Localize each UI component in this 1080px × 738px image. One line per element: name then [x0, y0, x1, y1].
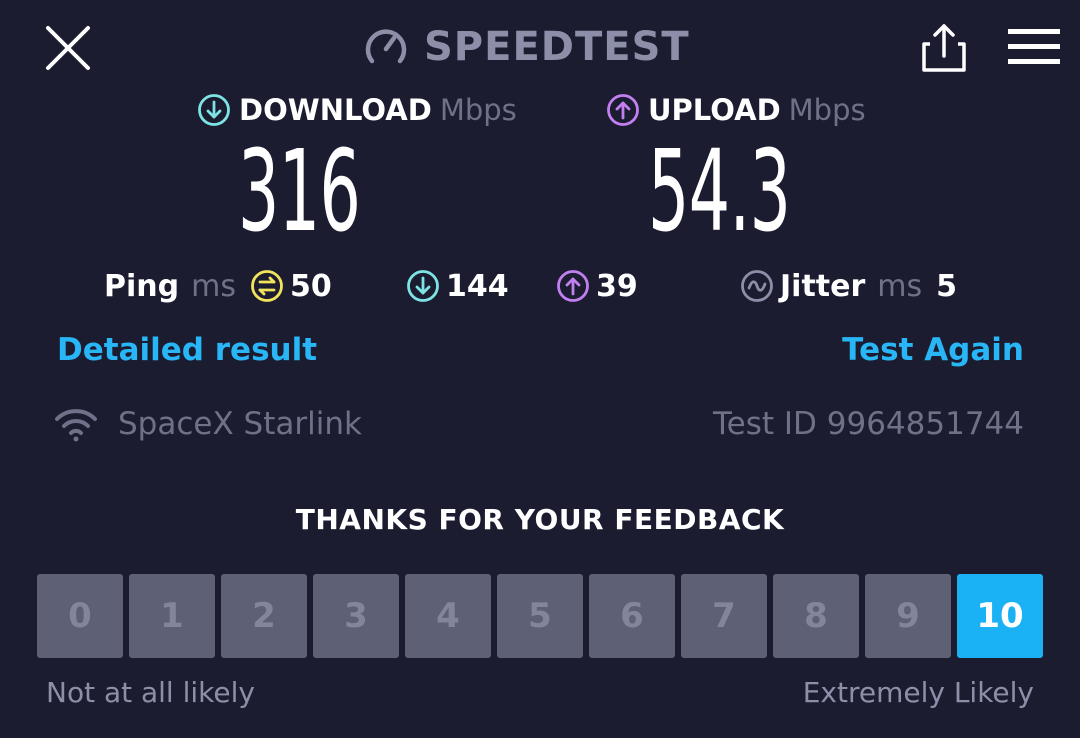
jitter-label: Jitter [780, 268, 866, 304]
upload-latency-stat: 39 [556, 266, 638, 306]
speedometer-icon [365, 29, 407, 64]
download-speed-value: 316 [238, 127, 361, 257]
rating-option-9[interactable]: 9 [865, 574, 951, 658]
upload-latency-value: 39 [596, 268, 638, 304]
rating-option-3[interactable]: 3 [313, 574, 399, 658]
rating-scale: 0 1 2 3 4 5 6 7 8 9 10 [37, 574, 1043, 658]
ping-label: Ping [104, 268, 180, 304]
hamburger-menu-icon [1008, 29, 1060, 64]
rating-option-0[interactable]: 0 [37, 574, 123, 658]
test-id: Test ID 9964851744 [713, 406, 1024, 442]
upload-arrow-icon [557, 270, 589, 302]
download-arrow-icon [198, 94, 230, 126]
upload-speed-value: 54.3 [648, 127, 791, 257]
download-latency-value: 144 [446, 268, 509, 304]
upload-unit: Mbps [788, 93, 866, 127]
rating-option-4[interactable]: 4 [405, 574, 491, 658]
rating-option-5[interactable]: 5 [497, 574, 583, 658]
ping-icon [251, 270, 283, 302]
rating-option-8[interactable]: 8 [773, 574, 859, 658]
wifi-icon [55, 409, 97, 442]
test-again-link[interactable]: Test Again [842, 332, 1024, 368]
download-header: DOWNLOAD Mbps [197, 92, 517, 128]
download-unit: Mbps [439, 93, 517, 127]
ping-stat: Ping ms 50 [104, 266, 332, 306]
download-arrow-icon [407, 270, 439, 302]
jitter-unit: ms [877, 268, 923, 304]
feedback-title: THANKS FOR YOUR FEEDBACK [295, 503, 785, 536]
download-latency-stat: 144 [406, 266, 509, 306]
rating-option-6[interactable]: 6 [589, 574, 675, 658]
ping-value: 50 [289, 268, 332, 304]
app-brand: SPEEDTEST [362, 22, 690, 72]
provider-name: SpaceX Starlink [118, 406, 362, 442]
detailed-result-link[interactable]: Detailed result [57, 332, 317, 368]
rating-option-1[interactable]: 1 [129, 574, 215, 658]
provider-info: SpaceX Starlink [54, 404, 362, 444]
jitter-icon [741, 270, 773, 302]
jitter-value: 5 [936, 268, 958, 304]
share-icon [922, 24, 966, 72]
close-button[interactable] [42, 22, 94, 74]
scale-high-label: Extremely Likely [802, 676, 1034, 709]
app-title: SPEEDTEST [424, 24, 690, 70]
ping-unit: ms [191, 268, 236, 304]
close-icon [46, 26, 90, 70]
rating-option-10[interactable]: 10 [957, 574, 1043, 658]
rating-option-7[interactable]: 7 [681, 574, 767, 658]
upload-label: UPLOAD [648, 93, 781, 127]
menu-button[interactable] [1006, 26, 1062, 68]
share-button[interactable] [916, 22, 972, 74]
download-label: DOWNLOAD [239, 93, 432, 127]
scale-low-label: Not at all likely [46, 676, 255, 709]
upload-arrow-icon [607, 94, 639, 126]
upload-header: UPLOAD Mbps [606, 92, 866, 128]
rating-option-2[interactable]: 2 [221, 574, 307, 658]
jitter-stat: Jitter ms 5 [740, 266, 957, 306]
